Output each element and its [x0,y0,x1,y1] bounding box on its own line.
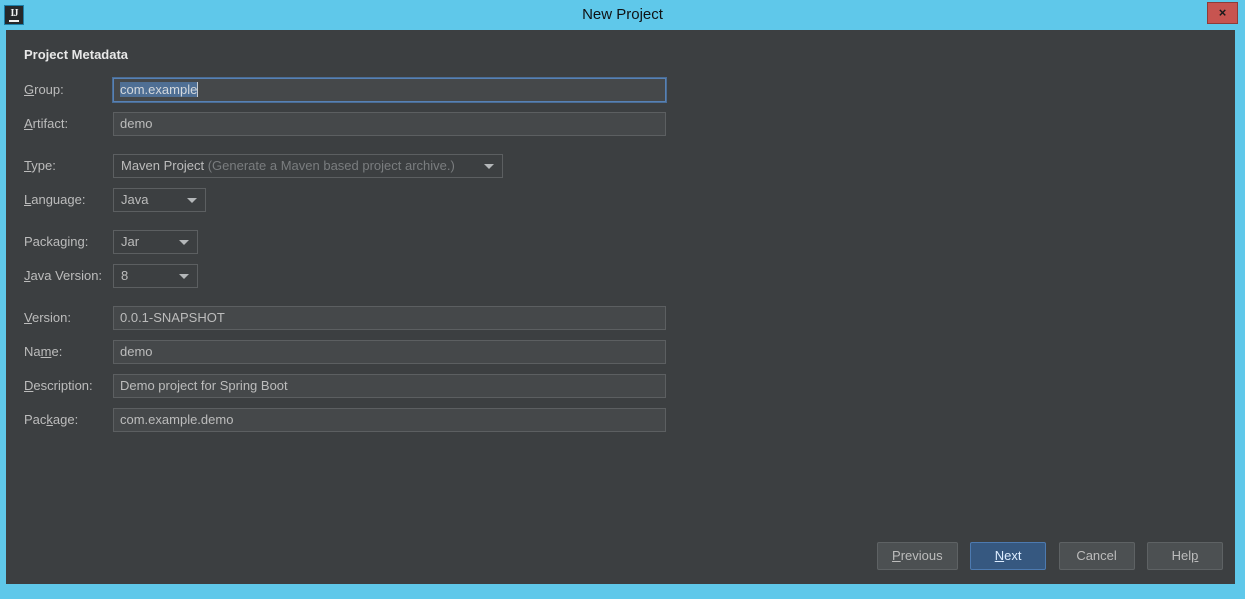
window-title: New Project [582,6,663,23]
next-button[interactable]: Next [970,542,1047,570]
language-select[interactable]: Java [113,188,206,212]
name-input[interactable]: demo [113,340,666,364]
description-input[interactable]: Demo project for Spring Boot [113,374,666,398]
label-group: Group: [24,82,64,97]
page-title: Project Metadata [24,47,129,62]
chevron-down-icon [179,240,189,245]
java-version-select[interactable]: 8 [113,264,198,288]
cancel-button[interactable]: Cancel [1058,542,1135,570]
label-packaging: Packaging: [24,234,89,249]
chevron-down-icon [187,198,197,203]
version-input[interactable]: 0.0.1-SNAPSHOT [113,306,666,330]
previous-button[interactable]: Previous [877,542,958,570]
label-package: Package: [24,412,79,427]
label-type: Type: [24,158,56,173]
dialog-button-bar: Previous Next Cancel Help [869,542,1223,570]
help-button[interactable]: Help [1147,542,1223,570]
label-version: Version: [24,310,71,325]
label-artifact: Artifact: [24,116,69,131]
group-input[interactable]: com.example [113,78,666,102]
packaging-select[interactable]: Jar [113,230,198,254]
close-icon[interactable]: × [1207,2,1238,24]
title-bar: IJ New Project × [0,0,1245,30]
label-java-version: Java Version: [24,268,103,283]
chevron-down-icon [179,274,189,279]
text-caret [197,82,199,97]
artifact-input[interactable]: demo [113,112,666,136]
dialog-body: Project Metadata Group: com.example Arti… [6,30,1235,584]
chevron-down-icon [484,164,494,169]
label-description: Description: [24,378,93,393]
type-select[interactable]: Maven Project (Generate a Maven based pr… [113,154,503,178]
package-input[interactable]: com.example.demo [113,408,666,432]
label-name: Name: [24,344,63,359]
label-language: Language: [24,192,86,207]
new-project-window: IJ New Project × Project Metadata Group:… [0,0,1245,599]
